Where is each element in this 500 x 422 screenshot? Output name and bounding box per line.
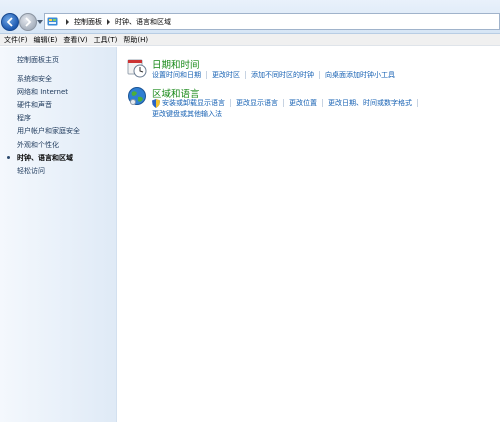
sidebar-item-ease-of-access[interactable]: 轻松访问	[17, 166, 45, 176]
date-time-task-row: 设置时间和日期 更改时区 添加不同时区的时钟 向桌面添加时钟小工具	[152, 70, 395, 80]
menu-edit[interactable]: 编辑(E)	[34, 35, 58, 45]
recent-pages-dropdown-icon[interactable]	[37, 19, 43, 25]
sidebar: 控制面板主页 系统和安全 网络和 Internet 硬件和声音 程序 用户帐户和…	[0, 47, 117, 422]
sidebar-item-programs[interactable]: 程序	[17, 113, 31, 123]
task-link-change-date-time-number-formats[interactable]: 更改日期、时间或数字格式	[328, 98, 412, 108]
menu-tools[interactable]: 工具(T)	[94, 35, 118, 45]
task-link-set-time-date[interactable]: 设置时间和日期	[152, 70, 201, 80]
task-separator	[283, 99, 284, 107]
sidebar-item-hardware-sound[interactable]: 硬件和声音	[17, 100, 52, 110]
breadcrumb-separator-icon[interactable]	[106, 18, 111, 25]
sidebar-item-appearance[interactable]: 外观和个性化	[17, 140, 59, 150]
sidebar-item-system-security[interactable]: 系统和安全	[17, 74, 52, 84]
task-separator	[322, 99, 323, 107]
back-button[interactable]	[1, 13, 19, 31]
menu-view[interactable]: 查看(V)	[63, 35, 87, 45]
back-arrow-icon	[6, 17, 13, 27]
task-link-change-display-language[interactable]: 更改显示语言	[236, 98, 278, 108]
sidebar-item-control-panel-home[interactable]: 控制面板主页	[17, 55, 59, 65]
task-link-change-location[interactable]: 更改位置	[289, 98, 317, 108]
task-link-change-time-zone[interactable]: 更改时区	[212, 70, 240, 80]
menu-help[interactable]: 帮助(H)	[123, 35, 148, 45]
breadcrumb-separator-icon[interactable]	[65, 18, 70, 25]
control-panel-icon	[47, 17, 58, 26]
sidebar-item-user-accounts[interactable]: 用户帐户和家庭安全	[17, 126, 80, 136]
category-title-date-time[interactable]: 日期和时间	[152, 57, 200, 71]
main-content: 日期和时间 设置时间和日期 更改时区 添加不同时区的时钟 向桌面添加时钟小工具 …	[118, 47, 500, 422]
task-link-install-display-languages[interactable]: 安装或卸载显示语言	[162, 98, 225, 108]
task-separator	[230, 99, 231, 107]
task-link-add-clock-gadget[interactable]: 向桌面添加时钟小工具	[325, 70, 395, 80]
task-link-add-clocks[interactable]: 添加不同时区的时钟	[251, 70, 314, 80]
breadcrumb-clock-language-region[interactable]: 时钟、语言和区域	[115, 17, 171, 27]
sidebar-item-clock-language-region[interactable]: 时钟、语言和区域	[17, 153, 73, 163]
region-language-task-row-2: 更改键盘或其他输入法	[152, 109, 222, 119]
address-box[interactable]: 控制面板 时钟、语言和区域	[44, 13, 500, 30]
menu-file[interactable]: 文件(F)	[4, 35, 28, 45]
task-link-change-keyboards[interactable]: 更改键盘或其他输入法	[152, 109, 222, 119]
forward-button[interactable]	[19, 13, 37, 31]
breadcrumb-control-panel[interactable]: 控制面板	[74, 17, 102, 27]
active-item-bullet-icon	[7, 156, 10, 159]
globe-icon[interactable]	[127, 86, 147, 106]
address-bar-region: 控制面板 时钟、语言和区域	[0, 0, 500, 34]
task-separator	[417, 99, 418, 107]
forward-arrow-icon	[25, 17, 32, 27]
task-separator	[319, 71, 320, 79]
clock-icon[interactable]	[127, 58, 147, 78]
uac-shield-icon	[152, 98, 160, 108]
region-language-task-row: 安装或卸载显示语言 更改显示语言 更改位置 更改日期、时间或数字格式	[152, 98, 423, 108]
task-separator	[206, 71, 207, 79]
task-separator	[245, 71, 246, 79]
sidebar-item-network-internet[interactable]: 网络和 Internet	[17, 87, 68, 97]
menu-bar: 文件(F) 编辑(E) 查看(V) 工具(T) 帮助(H)	[0, 34, 500, 46]
